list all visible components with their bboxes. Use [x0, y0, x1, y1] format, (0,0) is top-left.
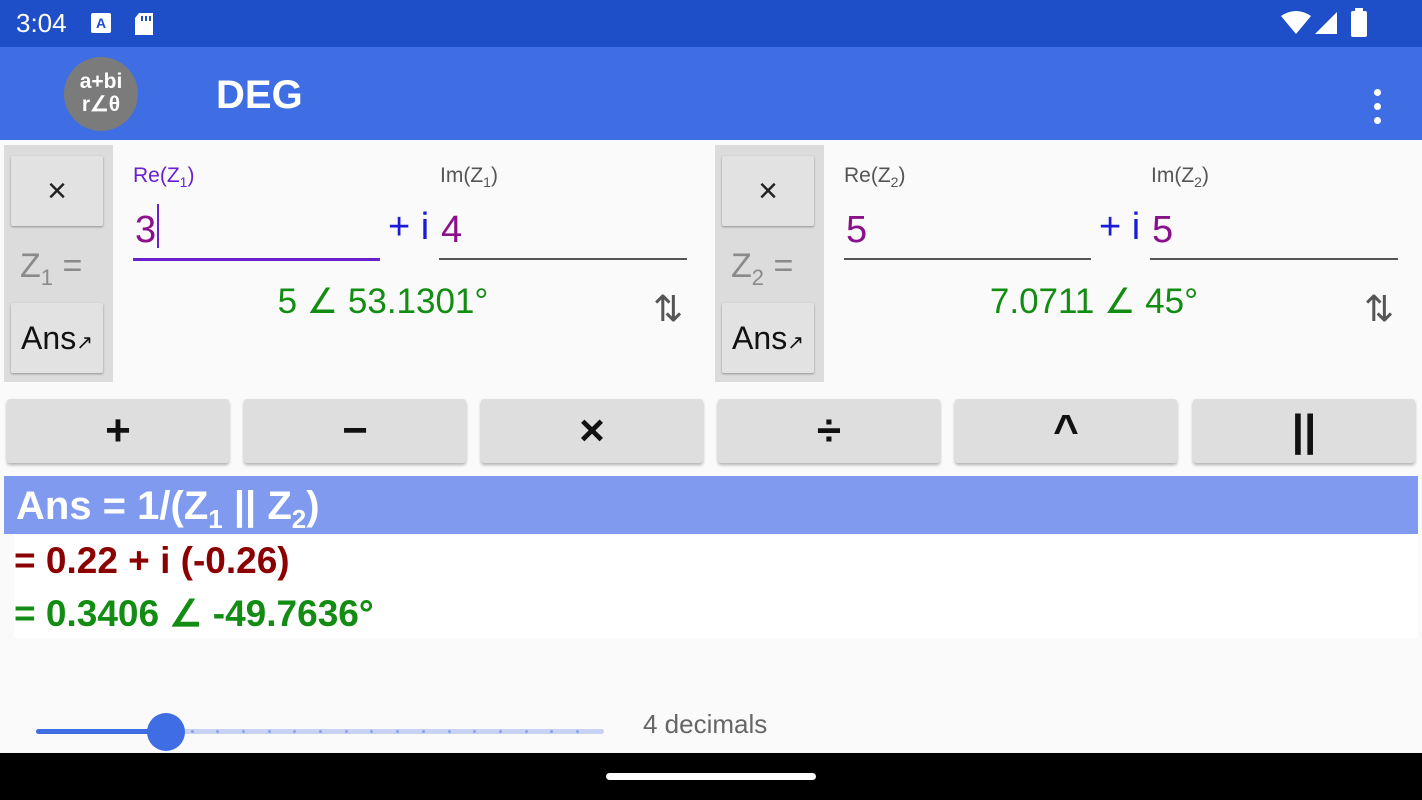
a-notification-icon: A	[91, 13, 111, 33]
slider-tick	[319, 730, 322, 733]
slider-tick	[190, 730, 194, 733]
battery-icon	[1351, 8, 1367, 37]
parallel-button[interactable]: ||	[1193, 399, 1415, 463]
result-header: Ans = 1/(Z1 || Z2)	[4, 476, 1418, 534]
z2-swap-icon[interactable]: ⇅	[1364, 288, 1394, 330]
slider-tick	[267, 730, 271, 733]
z2-re-label: Re(Z2)	[844, 164, 906, 191]
z2-plus-i: + i	[1099, 206, 1141, 248]
decimals-label: 4 decimals	[643, 709, 768, 739]
logo-line-1: a+bi	[79, 70, 123, 93]
z1-im-input[interactable]: 4	[439, 202, 687, 260]
z2-side-column: × Z2 = Ans↗	[715, 145, 824, 382]
app-bar: a+bi r∠θ DEG	[0, 47, 1422, 140]
power-button[interactable]: ^	[955, 399, 1177, 463]
z1-panel: × Z1 = Ans↗ Re(Z1) Im(Z1) 3 + i 4 5 ∠ 53…	[0, 140, 711, 386]
z2-polar-form: 7.0711 ∠ 45°	[989, 282, 1199, 321]
text-caret	[157, 204, 160, 248]
result-rectangular: = 0.22 + i (-0.26)	[14, 540, 290, 581]
z1-plus-i: + i	[388, 206, 430, 248]
result-polar: = 0.3406 ∠ -49.7636°	[14, 593, 374, 634]
slider-tick	[421, 730, 425, 733]
z1-polar-form: 5 ∠ 53.1301°	[277, 282, 489, 321]
z2-clear-button[interactable]: ×	[722, 156, 814, 226]
wifi-icon	[1281, 11, 1311, 34]
arrow-up-right-icon: ↗	[76, 332, 93, 354]
z1-ans-button[interactable]: Ans↗	[11, 303, 103, 373]
z1-label: Z1 =	[20, 247, 83, 290]
z2-im-input[interactable]: 5	[1150, 202, 1398, 260]
z1-clear-button[interactable]: ×	[11, 156, 103, 226]
z2-im-label: Im(Z2)	[1151, 164, 1209, 191]
divide-button[interactable]: ÷	[718, 399, 940, 463]
slider-tick	[344, 730, 348, 733]
angle-mode-title[interactable]: DEG	[216, 73, 303, 118]
subtract-button[interactable]: −	[244, 399, 466, 463]
decimals-slider-thumb[interactable]	[146, 713, 185, 751]
z1-swap-icon[interactable]: ⇅	[653, 288, 683, 330]
navigation-bar	[0, 753, 1422, 800]
status-bar: 3:04 A	[0, 0, 1422, 47]
z1-im-label: Im(Z1)	[440, 164, 498, 191]
z2-panel: × Z2 = Ans↗ Re(Z2) Im(Z2) 5 + i 5 7.0711…	[711, 140, 1422, 386]
z2-label: Z2 =	[731, 247, 794, 290]
add-button[interactable]: +	[7, 399, 229, 463]
z1-re-input[interactable]: 3	[133, 202, 380, 261]
logo-line-2: r∠θ	[81, 93, 121, 116]
svg-text:A: A	[96, 15, 106, 31]
slider-tick	[447, 730, 451, 733]
z1-re-label: Re(Z1)	[133, 164, 195, 191]
arrow-up-right-icon: ↗	[787, 332, 804, 354]
complex-mode-logo-button[interactable]: a+bi r∠θ	[64, 57, 138, 131]
cellular-icon	[1315, 12, 1337, 34]
slider-tick	[524, 730, 528, 733]
z2-re-input[interactable]: 5	[844, 202, 1091, 260]
sd-card-icon	[135, 13, 153, 35]
multiply-button[interactable]: ×	[481, 399, 703, 463]
slider-tick	[576, 730, 579, 733]
home-handle[interactable]	[606, 773, 816, 780]
z1-side-column: × Z1 = Ans↗	[4, 145, 113, 382]
result-body: = 0.22 + i (-0.26) = 0.3406 ∠ -49.7636°	[14, 534, 1418, 638]
more-vert-icon[interactable]	[1366, 87, 1390, 127]
z2-ans-button[interactable]: Ans↗	[722, 303, 814, 373]
status-time: 3:04	[16, 8, 67, 38]
slider-tick	[498, 730, 502, 733]
slider-tick	[241, 730, 245, 733]
